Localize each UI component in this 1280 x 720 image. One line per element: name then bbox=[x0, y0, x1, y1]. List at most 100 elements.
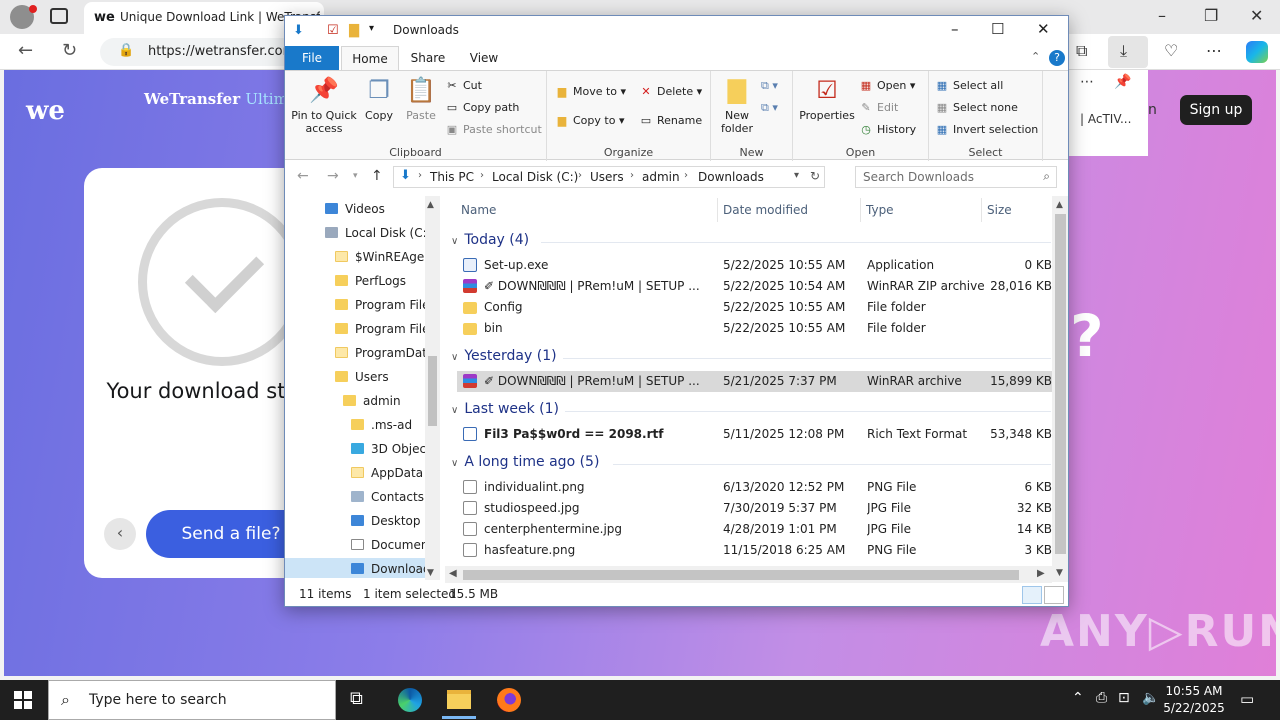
paste-button[interactable]: 📋 Paste bbox=[401, 75, 441, 122]
download-button[interactable]: ⤓ bbox=[1108, 36, 1148, 68]
firefox-icon[interactable] bbox=[497, 688, 521, 712]
breadcrumb-local-disk[interactable]: Local Disk (C:) bbox=[492, 170, 578, 184]
edge-browser-icon[interactable] bbox=[398, 688, 422, 712]
table-row[interactable]: centerphentermine.jpg 4/28/2019 1:01 PM … bbox=[457, 519, 1052, 540]
scroll-thumb[interactable] bbox=[463, 570, 1019, 580]
details-view-icon[interactable] bbox=[1022, 586, 1042, 604]
up-arrow-icon[interactable]: ↑ bbox=[371, 168, 383, 184]
performance-icon[interactable]: ♡ bbox=[1164, 41, 1178, 60]
breadcrumb-separator-icon[interactable]: › bbox=[630, 170, 634, 181]
select-none-button[interactable]: ▦ Select none bbox=[935, 101, 1018, 114]
breadcrumb-this-pc[interactable]: This PC bbox=[430, 170, 474, 184]
browser-close-button[interactable]: ✕ bbox=[1250, 6, 1263, 25]
delete-button[interactable]: ✕ Delete ▾ bbox=[639, 85, 702, 98]
taskbar-search-input[interactable]: Type here to search bbox=[89, 692, 227, 708]
breadcrumb-downloads[interactable]: Downloads bbox=[698, 170, 764, 184]
invert-selection-button[interactable]: ▦ Invert selection bbox=[935, 123, 1038, 136]
pin-icon[interactable]: 📌 bbox=[1114, 74, 1131, 90]
nav-item-ms-ad[interactable]: .ms-ad bbox=[351, 414, 412, 436]
nav-item-desktop[interactable]: Desktop bbox=[351, 510, 421, 532]
more-icon[interactable]: ⋯ bbox=[1206, 41, 1222, 60]
new-folder-button[interactable]: ▇ New folder bbox=[715, 75, 759, 135]
table-row[interactable]: ✐ DOWN₪₪₪ | PRem!uM | SETUP ... 5/22/202… bbox=[457, 276, 1052, 297]
rename-button[interactable]: ▭ Rename bbox=[639, 114, 702, 127]
lock-icon[interactable]: 🔒 bbox=[118, 43, 134, 58]
navigation-pane-scrollbar[interactable]: ▲ ▼ bbox=[425, 196, 440, 580]
paste-shortcut-button[interactable]: ▣ Paste shortcut bbox=[445, 123, 542, 136]
breadcrumb-separator-icon[interactable]: › bbox=[480, 170, 484, 181]
table-row[interactable]: ✐ DOWN₪₪₪ | PRem!uM | SETUP ... 5/21/202… bbox=[457, 371, 1052, 392]
table-row[interactable]: Set-up.exe 5/22/2025 10:55 AM Applicatio… bbox=[457, 255, 1052, 276]
nav-item-programdata[interactable]: ProgramData bbox=[335, 342, 434, 364]
nav-item-program-files-x86[interactable]: Program Files bbox=[335, 318, 436, 340]
address-dropdown-icon[interactable]: ▾ bbox=[794, 170, 799, 181]
history-button[interactable]: ◷ History bbox=[859, 123, 916, 136]
column-divider[interactable] bbox=[717, 198, 718, 222]
notifications-icon[interactable]: ▭ bbox=[1240, 690, 1254, 708]
breadcrumb-admin[interactable]: admin bbox=[642, 170, 680, 184]
task-view-icon[interactable]: ⧉ bbox=[350, 688, 363, 709]
tab-view[interactable]: View bbox=[459, 46, 509, 70]
breadcrumb-users[interactable]: Users bbox=[590, 170, 624, 184]
column-header-size[interactable]: Size bbox=[987, 203, 1012, 217]
cut-button[interactable]: ✂ Cut bbox=[445, 79, 482, 92]
back-arrow-icon[interactable]: ← bbox=[297, 168, 309, 184]
edit-button[interactable]: ✎ Edit bbox=[859, 101, 898, 114]
breadcrumb-separator-icon[interactable]: › bbox=[684, 170, 688, 181]
copilot-icon[interactable] bbox=[1246, 41, 1268, 63]
show-hidden-icons-icon[interactable]: ⌃ bbox=[1072, 690, 1084, 706]
group-header-yesterday[interactable]: ∨ Yesterday (1) bbox=[451, 348, 557, 364]
collapse-ribbon-icon[interactable]: ⌃ bbox=[1031, 50, 1040, 63]
explorer-maximize-button[interactable]: ☐ bbox=[991, 20, 1004, 38]
pin-quick-access-button[interactable]: 📌 Pin to Quick access bbox=[289, 75, 359, 135]
new-item-icon[interactable]: ⧉ ▾ bbox=[761, 79, 778, 93]
large-icons-view-icon[interactable] bbox=[1044, 586, 1064, 604]
extensions-icon[interactable]: ⧉ bbox=[1076, 41, 1087, 61]
column-header-name[interactable]: Name bbox=[461, 203, 496, 217]
nav-item-contacts[interactable]: Contacts bbox=[351, 486, 424, 508]
quick-access-dropdown-icon[interactable]: ▾ bbox=[369, 23, 374, 34]
group-header-today[interactable]: ∨ Today (4) bbox=[451, 232, 529, 248]
move-to-button[interactable]: ▆ Move to ▾ bbox=[555, 85, 626, 98]
column-header-type[interactable]: Type bbox=[866, 203, 894, 217]
group-header-long-time-ago[interactable]: ∨ A long time ago (5) bbox=[451, 454, 599, 470]
scroll-left-icon[interactable]: ◀ bbox=[449, 568, 457, 579]
nav-item-program-files[interactable]: Program Files bbox=[335, 294, 436, 316]
browser-minimize-button[interactable]: – bbox=[1158, 6, 1166, 25]
popover-link[interactable]: | AcTIV... bbox=[1080, 112, 1131, 126]
scroll-right-icon[interactable]: ▶ bbox=[1037, 568, 1045, 579]
file-list-horizontal-scrollbar[interactable]: ◀ ▶ bbox=[445, 566, 1052, 583]
new-folder-quick-icon[interactable]: ▇ bbox=[349, 23, 359, 38]
recent-locations-icon[interactable]: ▾ bbox=[353, 171, 358, 181]
nav-item-users[interactable]: Users bbox=[335, 366, 389, 388]
search-input[interactable]: Search Downloads bbox=[863, 170, 974, 184]
table-row[interactable]: Config 5/22/2025 10:55 AM File folder bbox=[457, 297, 1052, 318]
scroll-down-icon[interactable]: ▼ bbox=[427, 568, 434, 578]
copy-to-button[interactable]: ▆ Copy to ▾ bbox=[555, 114, 625, 127]
scroll-thumb[interactable] bbox=[428, 356, 437, 426]
file-list-vertical-scrollbar[interactable]: ▲ ▼ bbox=[1052, 196, 1068, 582]
network-icon[interactable]: ⊡ bbox=[1118, 690, 1130, 706]
popover-more-icon[interactable]: ⋯ bbox=[1080, 74, 1094, 90]
browser-restore-button[interactable]: ❐ bbox=[1204, 6, 1218, 25]
nav-item-downloads[interactable]: Downloads bbox=[285, 558, 437, 578]
scroll-up-icon[interactable]: ▲ bbox=[427, 200, 434, 210]
breadcrumb-separator-icon[interactable]: › bbox=[578, 170, 582, 181]
nav-item-admin[interactable]: admin bbox=[343, 390, 401, 412]
table-row[interactable]: individualint.png 6/13/2020 12:52 PM PNG… bbox=[457, 477, 1052, 498]
column-divider[interactable] bbox=[981, 198, 982, 222]
sign-up-button[interactable]: Sign up bbox=[1180, 95, 1252, 125]
scroll-down-icon[interactable]: ▼ bbox=[1056, 568, 1063, 578]
help-icon[interactable]: ? bbox=[1049, 50, 1065, 66]
properties-button[interactable]: ☑ Properties bbox=[799, 75, 855, 122]
explorer-minimize-button[interactable]: – bbox=[951, 20, 959, 38]
nav-item-winreagent[interactable]: $WinREAgent bbox=[335, 246, 437, 268]
nav-item-appdata[interactable]: AppData bbox=[351, 462, 423, 484]
table-row[interactable]: bin 5/22/2025 10:55 AM File folder bbox=[457, 318, 1052, 339]
breadcrumb-separator-icon[interactable]: › bbox=[418, 170, 422, 181]
scroll-thumb[interactable] bbox=[1055, 214, 1066, 554]
back-icon[interactable]: ← bbox=[18, 40, 33, 61]
explorer-close-button[interactable]: ✕ bbox=[1037, 20, 1050, 38]
refresh-icon[interactable]: ↻ bbox=[62, 40, 77, 61]
search-box[interactable]: Search Downloads ⌕ bbox=[855, 166, 1057, 188]
